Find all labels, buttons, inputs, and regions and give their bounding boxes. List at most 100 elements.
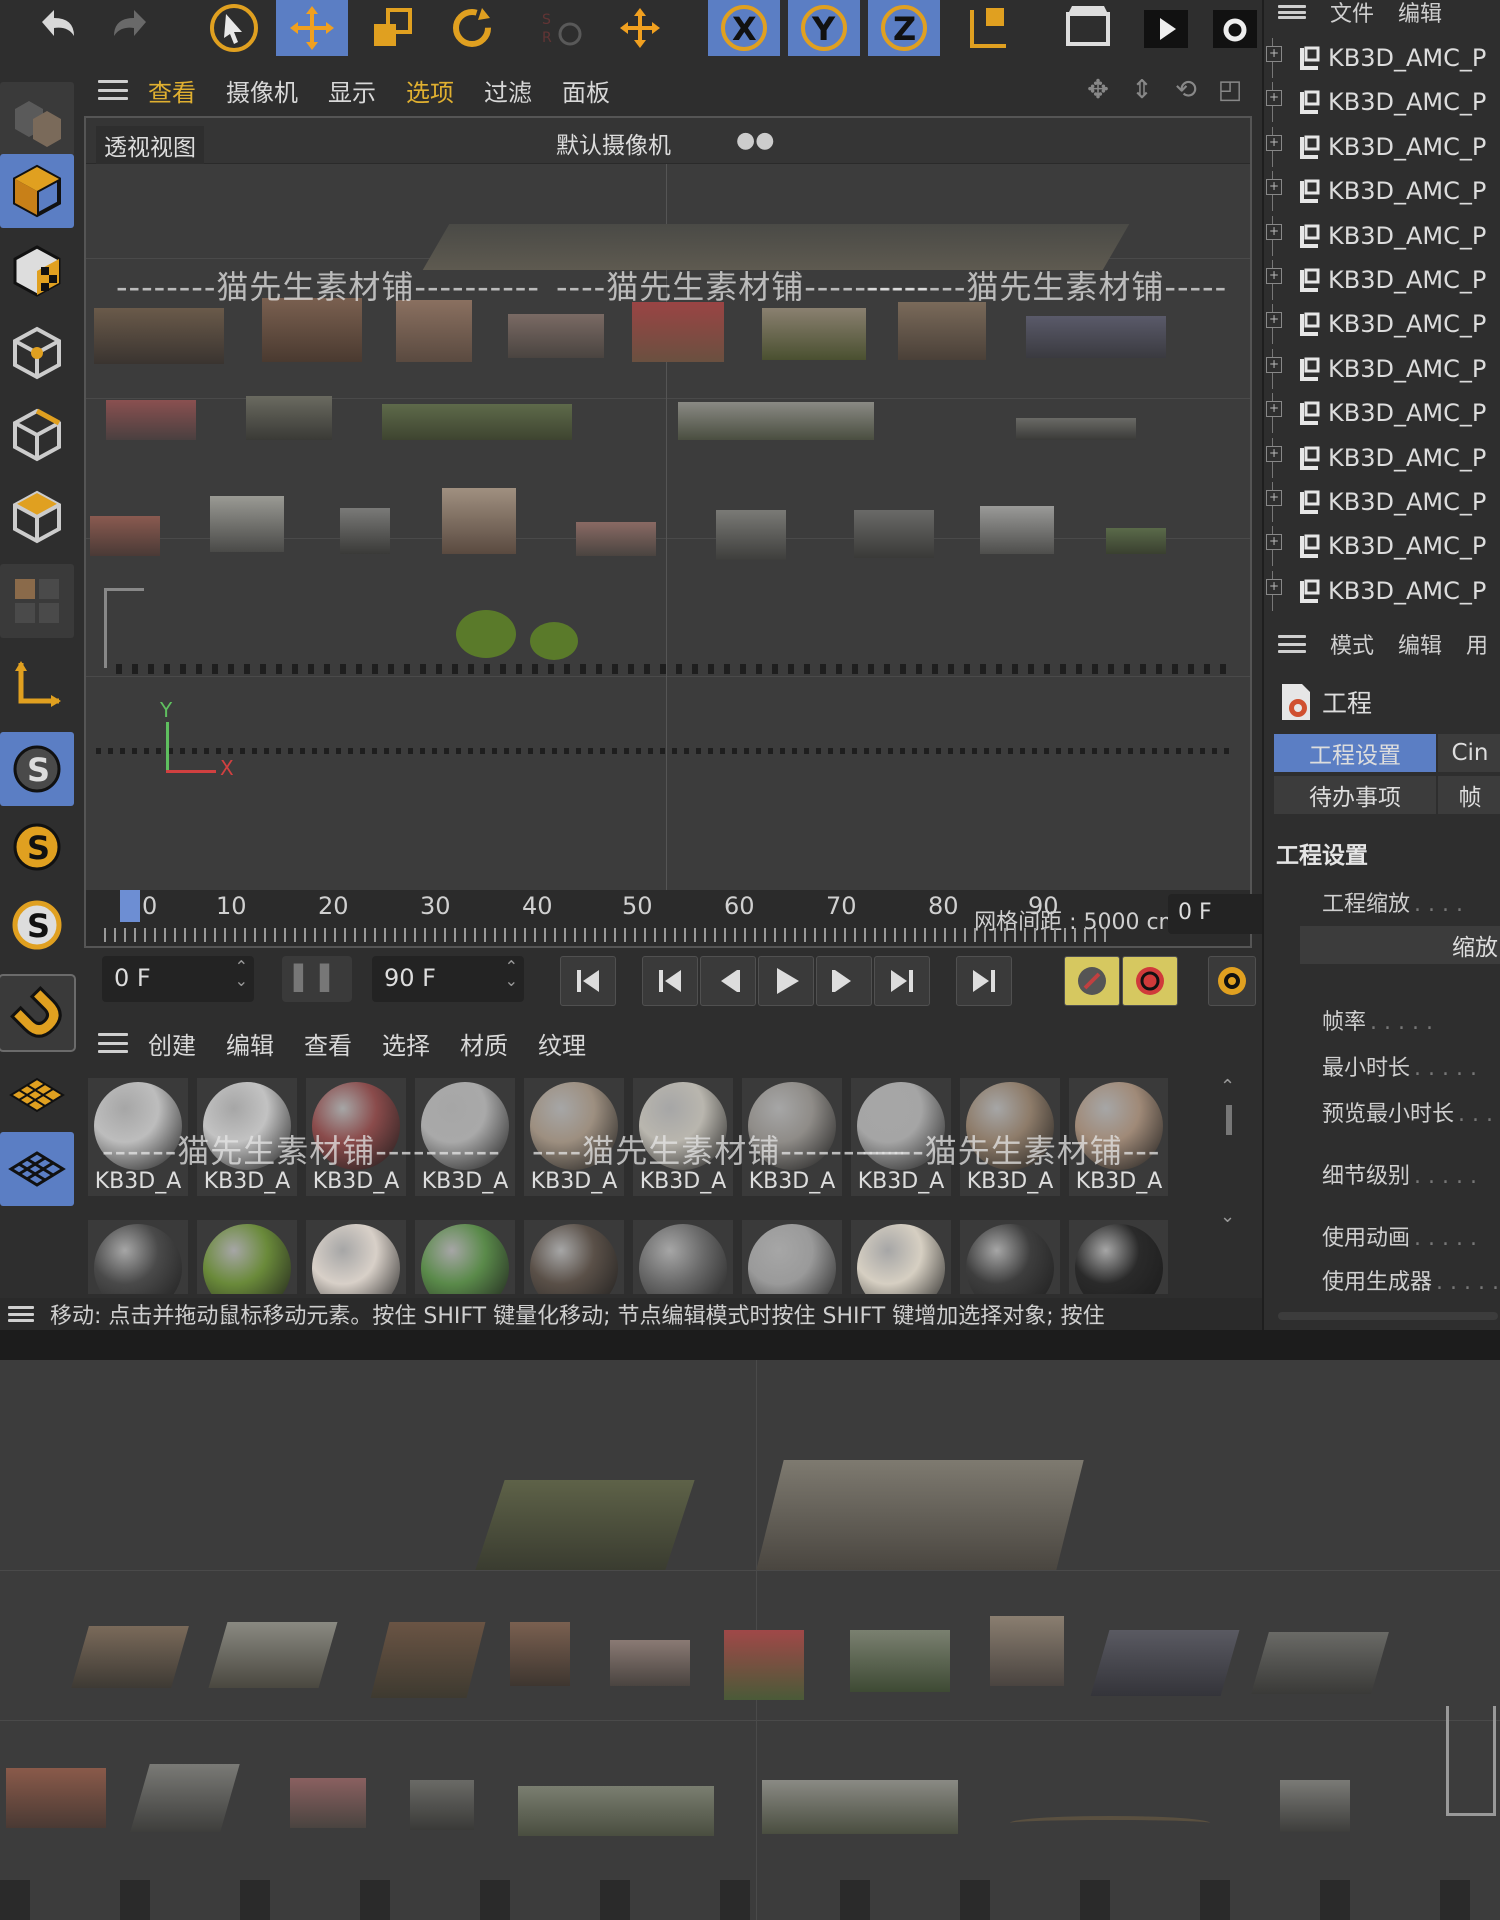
maximize-view-icon[interactable]: ◰ (1214, 74, 1246, 106)
expand-icon[interactable] (1266, 215, 1292, 256)
record-keys-button[interactable] (1064, 956, 1120, 1006)
uv-mode-button[interactable] (0, 564, 74, 638)
object-menu-icon[interactable] (1278, 5, 1306, 19)
menu-file[interactable]: 文件 (1330, 0, 1374, 28)
dolly-icon[interactable]: ⇕ (1126, 74, 1158, 106)
menu-user-data[interactable]: 用 (1466, 628, 1488, 660)
expand-icon[interactable] (1266, 526, 1292, 567)
prev-key-button[interactable] (642, 956, 698, 1006)
status-menu-icon[interactable] (8, 1306, 34, 1322)
go-to-start-button[interactable] (560, 956, 616, 1006)
menu-edit[interactable]: 编辑 (226, 1026, 274, 1061)
render-view-button[interactable] (1052, 0, 1124, 56)
rotate-tool-button[interactable] (436, 0, 508, 56)
x-axis-lock-button[interactable]: X (708, 0, 780, 56)
perspective-viewport[interactable]: 透视视图 默认摄像机 ●● --------猫先生素材铺---------- -… (84, 116, 1252, 948)
prev-frame-button[interactable] (700, 956, 756, 1006)
menu-create[interactable]: 创建 (148, 1026, 196, 1061)
menu-edit[interactable]: 编辑 (1398, 628, 1442, 660)
expand-icon[interactable] (1266, 393, 1292, 434)
model-mode-button[interactable] (0, 154, 74, 228)
expand-icon[interactable] (1266, 171, 1292, 212)
magnet-button[interactable] (0, 974, 76, 1052)
menu-texture[interactable]: 纹理 (538, 1026, 586, 1061)
tab-cineware[interactable]: Cin (1438, 734, 1500, 772)
select-tool-button[interactable] (198, 0, 270, 56)
autokey-button[interactable] (1122, 956, 1178, 1006)
axis-move-button[interactable] (604, 0, 676, 56)
play-button[interactable] (758, 956, 814, 1006)
material-swatch[interactable] (960, 1220, 1060, 1294)
scale-project-button[interactable]: 缩放 (1300, 926, 1500, 964)
object-row[interactable]: KB3D_AMC_P (1266, 126, 1500, 167)
material-scrollbar[interactable]: ⌃ ⌄ (1220, 1076, 1240, 1276)
next-key-button[interactable] (874, 956, 930, 1006)
tab-todo[interactable]: 待办事项 (1274, 776, 1436, 814)
y-axis-lock-button[interactable]: Y (788, 0, 860, 56)
expand-icon[interactable] (1266, 82, 1292, 123)
timeline-playhead[interactable] (120, 890, 140, 922)
spinner-icon[interactable]: ⌃⌄ (235, 959, 248, 989)
polygon-mode-button[interactable] (0, 480, 74, 554)
material-swatch[interactable] (306, 1220, 406, 1294)
render-button[interactable] (1130, 0, 1202, 56)
scale-tool-button[interactable] (356, 0, 428, 56)
material-swatch[interactable] (524, 1220, 624, 1294)
menu-camera[interactable]: 摄像机 (226, 73, 298, 108)
make-editable-button[interactable] (0, 82, 74, 156)
move-tool-button[interactable] (276, 0, 348, 56)
go-to-end-button[interactable] (956, 956, 1012, 1006)
orbit-icon[interactable]: ⟲ (1170, 74, 1202, 106)
menu-view[interactable]: 查看 (304, 1026, 352, 1061)
edge-mode-button[interactable] (0, 398, 74, 472)
psr-button[interactable]: SR (526, 0, 598, 56)
object-row[interactable]: KB3D_AMC_P (1266, 304, 1500, 345)
menu-options[interactable]: 选项 (406, 73, 454, 108)
render-settings-button[interactable] (1208, 0, 1262, 56)
object-row[interactable]: KB3D_AMC_P (1266, 171, 1500, 212)
object-row[interactable]: KB3D_AMC_P (1266, 260, 1500, 300)
material-swatch[interactable] (197, 1220, 297, 1294)
attribute-scrollbar[interactable] (1278, 1312, 1498, 1320)
object-row[interactable]: KB3D_AMC_P (1266, 482, 1500, 522)
object-row[interactable]: KB3D_AMC_P (1266, 215, 1500, 256)
expand-icon[interactable] (1266, 260, 1292, 300)
next-frame-button[interactable] (816, 956, 872, 1006)
keyframe-settings-button[interactable] (1208, 956, 1256, 1006)
timeline[interactable]: 0 10 20 30 40 50 60 70 80 90 0 F⌃⌄ (82, 884, 1336, 942)
material-swatch[interactable] (851, 1220, 951, 1294)
viewport-camera-label[interactable]: 默认摄像机 (556, 126, 671, 160)
object-row[interactable]: KB3D_AMC_P (1266, 437, 1500, 478)
material-menu-icon[interactable] (98, 1033, 128, 1053)
menu-mode[interactable]: 模式 (1330, 628, 1374, 660)
expand-icon[interactable] (1266, 437, 1292, 478)
material-swatch[interactable] (742, 1220, 842, 1294)
expand-icon[interactable] (1266, 38, 1292, 78)
camera-icon[interactable]: ●● (736, 128, 774, 153)
end-frame-field[interactable]: 90 F ⌃ ⌄ (372, 956, 524, 1002)
attribute-menu-icon[interactable] (1278, 635, 1306, 653)
timeline-ruler[interactable] (104, 928, 1114, 942)
menu-display[interactable]: 显示 (328, 73, 376, 108)
object-row[interactable]: KB3D_AMC_P (1266, 38, 1500, 78)
material-swatch[interactable] (88, 1220, 188, 1294)
menu-material[interactable]: 材质 (460, 1026, 508, 1061)
expand-icon[interactable] (1266, 348, 1292, 389)
soft-selection-button[interactable]: S (0, 810, 74, 884)
expand-icon[interactable] (1266, 482, 1292, 522)
coordinate-system-button[interactable] (952, 0, 1024, 56)
axis-mode-button[interactable] (0, 648, 74, 722)
floor-grid-button[interactable] (0, 1058, 74, 1132)
object-row[interactable]: KB3D_AMC_P (1266, 348, 1500, 389)
texture-mode-button[interactable] (0, 234, 74, 308)
z-axis-lock-button[interactable]: Z (868, 0, 940, 56)
object-row[interactable]: KB3D_AMC_P (1266, 393, 1500, 434)
object-row[interactable]: KB3D_AMC_P (1266, 526, 1500, 567)
redo-button[interactable] (96, 0, 168, 56)
viewport-menu-icon[interactable] (98, 80, 128, 100)
object-row[interactable]: KB3D_AMC_P (1266, 570, 1500, 611)
spinner-icon[interactable]: ⌃⌄ (505, 959, 518, 989)
menu-select[interactable]: 选择 (382, 1026, 430, 1061)
tab-frame[interactable]: 帧 (1438, 776, 1500, 814)
workplane-button[interactable]: S (0, 888, 74, 962)
